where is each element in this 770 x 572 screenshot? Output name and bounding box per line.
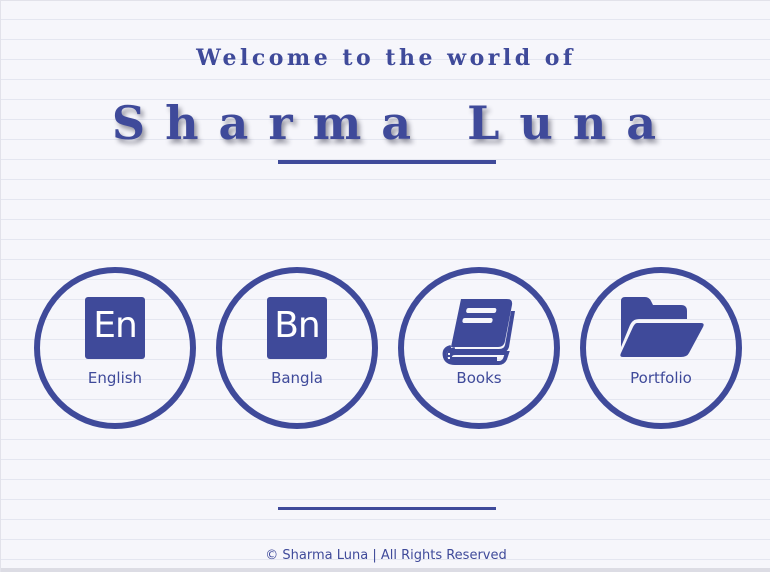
- nav-portfolio-button[interactable]: Portfolio: [580, 267, 742, 429]
- nav-english-button[interactable]: En English: [34, 267, 196, 429]
- english-en-icon: En: [85, 297, 145, 359]
- title-divider: [278, 160, 496, 164]
- book-icon: [441, 295, 517, 371]
- nav-bangla-button[interactable]: Bn Bangla: [216, 267, 378, 429]
- page-bottom-edge: [1, 568, 770, 572]
- nav-books-label: Books: [456, 369, 502, 387]
- brand-title: Sharma Luna: [111, 96, 677, 150]
- copyright-text: © Sharma Luna | All Rights Reserved: [265, 548, 507, 563]
- english-badge: En: [85, 297, 145, 359]
- bangla-bn-icon: Bn: [267, 297, 327, 359]
- welcome-heading: Welcome to the world of: [196, 45, 576, 71]
- footer-divider: [278, 507, 496, 510]
- nav-bangla-label: Bangla: [271, 369, 323, 387]
- nav-books-button[interactable]: Books: [398, 267, 560, 429]
- bangla-badge: Bn: [267, 297, 327, 359]
- nav-portfolio-label: Portfolio: [630, 369, 692, 387]
- nav-english-label: English: [87, 369, 143, 387]
- folder-open-icon: [617, 295, 705, 365]
